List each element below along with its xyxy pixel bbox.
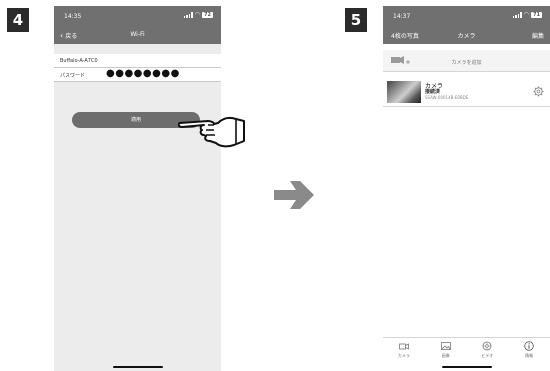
camera-status: 接続済: [425, 89, 441, 95]
camera-list-screen: 14:37 ◠ 71 4枚の写真 カメラ 編集 カメラを追加 カメラ 接続済 S…: [383, 6, 550, 371]
ssid-row: Buffalo-A-A7C0: [54, 54, 221, 68]
page-title: カメラ: [457, 33, 476, 40]
ssid-value: Buffalo-A-A7C0: [60, 58, 98, 64]
status-bar: 14:37 ◠ 71: [383, 6, 550, 26]
page-title: Wi-Fi: [130, 31, 145, 38]
step-badge-5: 5: [345, 8, 367, 32]
battery-level: 71: [531, 12, 542, 18]
arrow-right-icon: [274, 181, 314, 209]
camera-thumbnail: [387, 81, 421, 103]
signal-icon: [512, 12, 522, 18]
step-badge-4: 4: [7, 8, 29, 32]
tab-label: 情報: [525, 353, 534, 358]
image-icon: [440, 342, 451, 350]
battery-level: 72: [202, 12, 213, 18]
status-bar: 14:35 ◠ 72: [54, 6, 221, 26]
home-indicator: [112, 366, 163, 368]
wifi-icon: ◠: [194, 11, 201, 18]
status-time: 14:35: [64, 13, 82, 20]
tab-video[interactable]: ビデオ: [467, 338, 509, 361]
camera-icon: [398, 343, 409, 350]
add-camera-row[interactable]: カメラを追加: [383, 50, 550, 72]
wifi-settings-screen: 14:35 ◠ 72 ‹ 戻る Wi-Fi Buffalo-A-A7C0 パスワ…: [54, 6, 221, 371]
password-field[interactable]: ●●●●●●●●: [106, 69, 180, 79]
tab-label: 画像: [441, 353, 450, 358]
camera-list-item[interactable]: カメラ 接続済 SSAW-00014B-E0BDE: [383, 77, 550, 107]
pointing-hand-icon: [178, 116, 245, 148]
nav-bar: ‹ 戻る Wi-Fi: [54, 26, 221, 44]
instruction-stage: 4 5 14:35 ◠ 72 ‹ 戻る Wi-Fi Buffalo-A-A7C0…: [0, 0, 550, 371]
nav-bar: 4枚の写真 カメラ 編集: [383, 26, 550, 44]
tab-info[interactable]: 情報: [508, 338, 550, 361]
signal-icon: [183, 12, 193, 18]
status-time: 14:37: [393, 13, 411, 20]
password-row[interactable]: パスワード ●●●●●●●●: [54, 68, 221, 82]
gear-icon[interactable]: [533, 86, 544, 97]
tab-images[interactable]: 画像: [425, 338, 467, 361]
add-camera-label: カメラを追加: [451, 60, 482, 66]
password-label: パスワード: [60, 73, 86, 79]
wifi-icon: ◠: [523, 11, 530, 18]
edit-button[interactable]: 編集: [532, 31, 544, 40]
tab-label: カメラ: [397, 353, 410, 358]
video-icon: [482, 341, 492, 351]
tab-camera[interactable]: カメラ: [383, 338, 425, 361]
tab-bar: カメラ 画像 ビデオ 情報: [383, 337, 550, 361]
status-indicators: ◠ 72: [183, 11, 213, 18]
wifi-form: Buffalo-A-A7C0 パスワード ●●●●●●●●: [54, 54, 221, 82]
info-icon: [524, 341, 534, 351]
camera-id: SSAW-00014B-E0BDE: [425, 95, 469, 100]
tab-label: ビデオ: [481, 353, 494, 358]
status-indicators: ◠ 71: [512, 11, 542, 18]
home-indicator: [441, 366, 492, 368]
